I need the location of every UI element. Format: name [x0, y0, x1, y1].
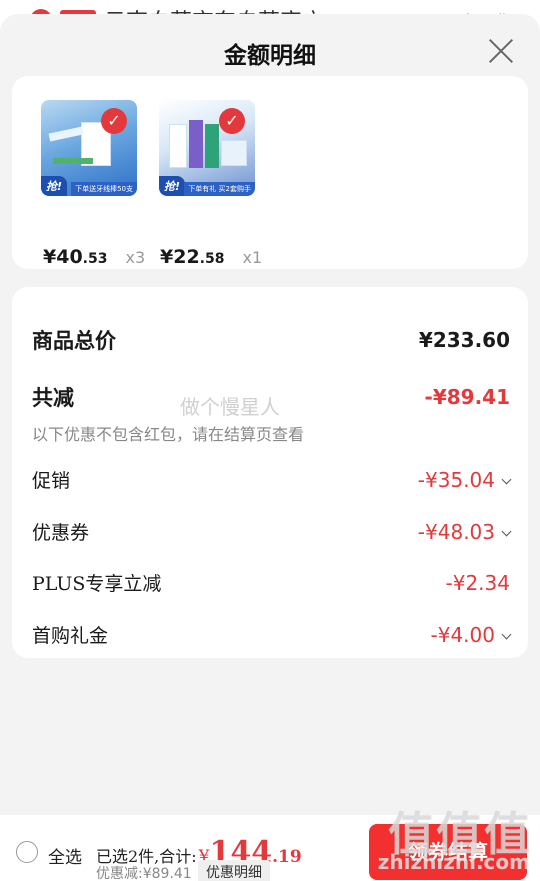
product-price: ¥22: [160, 246, 200, 268]
product-quantity: x3: [125, 248, 146, 267]
selected-check-icon: ✓: [101, 108, 127, 134]
product-price-decimal: .53: [82, 251, 108, 267]
promotion-value: -¥35.04: [417, 467, 495, 492]
close-icon[interactable]: [488, 38, 514, 64]
coupon-label: 优惠券: [32, 522, 90, 544]
promo-badge: 抢!: [41, 176, 68, 196]
discount-detail-button[interactable]: 优惠明细: [198, 860, 270, 881]
sheet-title: 金额明细: [224, 42, 316, 69]
product-image[interactable]: ✓ 抢! 下单有礼 买2套购手: [159, 100, 255, 196]
chevron-down-icon[interactable]: [501, 474, 512, 484]
select-all-radio[interactable]: [16, 841, 38, 863]
total-price-row: 商品总价 ¥233.60: [32, 325, 510, 355]
total-price-value: ¥233.60: [418, 328, 510, 352]
promotion-row[interactable]: 促销 -¥35.04: [32, 466, 512, 493]
product-item[interactable]: ✓ 抢! 下单送牙线棒50支 ¥40 .53 x3: [41, 100, 145, 268]
product-image[interactable]: ✓ 抢! 下单送牙线棒50支: [41, 100, 137, 196]
plus-discount-row: PLUS专享立减 -¥2.34: [32, 569, 510, 596]
promo-banner: 下单送牙线棒50支: [71, 182, 137, 196]
first-purchase-value: -¥4.00: [430, 622, 495, 647]
product-price-row: ¥40 .53 x3: [43, 246, 145, 268]
watermark-text: 做个慢星人: [180, 395, 280, 419]
select-all-label[interactable]: 全选: [48, 843, 82, 868]
coupon-row[interactable]: 优惠券 -¥48.03: [32, 518, 512, 545]
products-card: ✓ 抢! 下单送牙线棒50支 ¥40 .53 x3 ✓ 抢! 下单有礼 买2套购…: [12, 76, 528, 269]
total-reduce-label: 共减: [32, 385, 74, 410]
site-watermark-url: zhizhizhi.com: [377, 850, 530, 874]
plus-discount-value: -¥2.34: [445, 570, 510, 595]
chevron-down-icon[interactable]: [501, 629, 512, 639]
promotion-label: 促销: [32, 470, 71, 492]
first-purchase-row[interactable]: 首购礼金 -¥4.00: [32, 621, 512, 648]
total-price-label: 商品总价: [32, 328, 116, 353]
total-reduce-value: -¥89.41: [424, 385, 510, 409]
promo-badge: 抢!: [159, 176, 186, 196]
promo-banner: 下单有礼 买2套购手: [184, 182, 255, 196]
total-decimal: .19: [272, 847, 302, 867]
product-price-row: ¥22 .58 x1: [160, 246, 262, 268]
discount-note: 以下优惠不包含红包，请在结算页查看: [32, 425, 305, 444]
chevron-down-icon[interactable]: [501, 526, 512, 536]
product-price: ¥40: [43, 246, 83, 268]
price-summary-card: 商品总价 ¥233.60 共减 -¥89.41 做个慢星人 以下优惠不包含红包，…: [12, 287, 528, 658]
plus-discount-label: PLUS专享立减: [32, 573, 162, 595]
coupon-value: -¥48.03: [417, 519, 495, 544]
selected-check-icon: ✓: [219, 108, 245, 134]
product-item[interactable]: ✓ 抢! 下单有礼 买2套购手 ¥22 .58 x1: [159, 100, 262, 268]
first-purchase-label: 首购礼金: [32, 625, 109, 647]
saved-amount: 优惠减:¥89.41: [96, 866, 192, 881]
product-price-decimal: .58: [199, 251, 225, 267]
product-quantity: x1: [242, 248, 263, 267]
